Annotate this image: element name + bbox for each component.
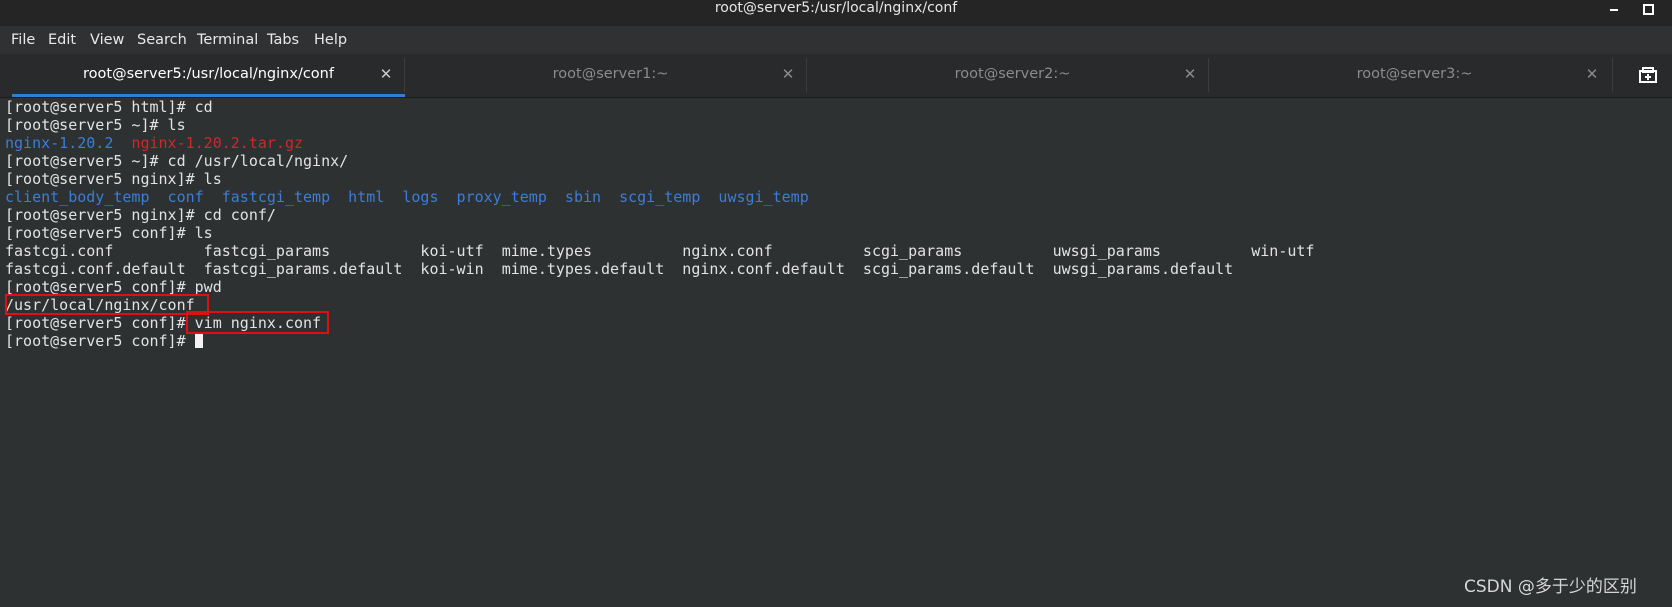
tab-label: root@server2:~	[954, 66, 1071, 82]
menu-terminal[interactable]: Terminal	[197, 26, 258, 54]
terminal-red-text: nginx-1.20.2.tar.gz	[131, 134, 304, 152]
terminal-line-text: [root@server5 conf]# vim nginx.conf	[5, 314, 322, 332]
terminal-line: [root@server5 ~]# cd /usr/local/nginx/	[5, 152, 1314, 170]
tab-bar: root@server5:/usr/local/nginx/conf ✕ roo…	[0, 54, 1672, 98]
terminal-line-text: fastcgi.conf fastcgi_params koi-utf mime…	[5, 242, 1315, 260]
terminal-line: [root@server5 conf]# ls	[5, 224, 1314, 242]
minimize-button[interactable]	[1604, 1, 1624, 17]
menu-search[interactable]: Search	[137, 26, 187, 54]
maximize-icon	[1643, 4, 1654, 15]
tab-server1[interactable]: root@server1:~ ✕	[414, 54, 807, 97]
menu-edit[interactable]: Edit	[48, 26, 76, 54]
terminal-line: [root@server5 nginx]# ls	[5, 170, 1314, 188]
menu-view[interactable]: View	[90, 26, 124, 54]
terminal-window: root@server5:/usr/local/nginx/conf File …	[0, 0, 1672, 607]
tab-separator	[1612, 58, 1613, 92]
minimize-icon	[1610, 9, 1618, 11]
terminal-line-text: [root@server5 conf]#	[5, 332, 195, 350]
terminal-line: client_body_temp conf fastcgi_temp html …	[5, 188, 1314, 206]
terminal-line: [root@server5 html]# cd	[5, 98, 1314, 116]
terminal-line: [root@server5 conf]#	[5, 332, 1314, 350]
menu-file[interactable]: File	[11, 26, 35, 54]
menu-tabs[interactable]: Tabs	[267, 26, 299, 54]
terminal-line: [root@server5 conf]# vim nginx.conf	[5, 314, 1314, 332]
close-icon[interactable]: ✕	[377, 54, 395, 95]
terminal-line-text: [root@server5 html]# cd	[5, 98, 213, 116]
terminal-line: [root@server5 ~]# ls	[5, 116, 1314, 134]
tab-server2[interactable]: root@server2:~ ✕	[816, 54, 1209, 97]
tab-label: root@server5:/usr/local/nginx/conf	[83, 66, 334, 82]
terminal-line-text: [root@server5 conf]# ls	[5, 224, 213, 242]
close-icon[interactable]: ✕	[1181, 54, 1199, 95]
terminal-line: /usr/local/nginx/conf	[5, 296, 1314, 314]
terminal-line: fastcgi.conf.default fastcgi_params.defa…	[5, 260, 1314, 278]
maximize-button[interactable]	[1638, 1, 1658, 17]
terminal-line-text: [root@server5 ~]# cd /usr/local/nginx/	[5, 152, 349, 170]
terminal-line-text: [root@server5 conf]# pwd	[5, 278, 222, 296]
terminal-line: [root@server5 conf]# pwd	[5, 278, 1314, 296]
terminal-blue-text: nginx-1.20.2	[5, 134, 114, 152]
new-tab-icon	[1639, 67, 1657, 83]
menu-bar: File Edit View Search Terminal Tabs Help	[0, 26, 1672, 54]
terminal-line: fastcgi.conf fastcgi_params koi-utf mime…	[5, 242, 1314, 260]
terminal-line-text: fastcgi.conf.default fastcgi_params.defa…	[5, 260, 1234, 278]
title-bar: root@server5:/usr/local/nginx/conf	[0, 0, 1672, 26]
tab-label: root@server1:~	[552, 66, 669, 82]
terminal-line: nginx-1.20.2 nginx-1.20.2.tar.gz	[5, 134, 1314, 152]
close-icon[interactable]: ✕	[779, 54, 797, 95]
tab-server3[interactable]: root@server3:~ ✕	[1218, 54, 1611, 97]
terminal-line-text: [root@server5 nginx]# cd conf/	[5, 206, 276, 224]
terminal-line-text	[113, 134, 131, 152]
terminal-area[interactable]: [root@server5 html]# cd [root@server5 ~]#…	[0, 98, 1672, 607]
watermark: CSDN @多于少的区别	[1464, 577, 1637, 597]
window-title: root@server5:/usr/local/nginx/conf	[714, 0, 958, 16]
close-icon[interactable]: ✕	[1583, 54, 1601, 95]
terminal-line-text: /usr/local/nginx/conf	[5, 296, 195, 314]
terminal-output: [root@server5 html]# cd [root@server5 ~]#…	[5, 98, 1314, 350]
terminal-line-text: [root@server5 ~]# ls	[5, 116, 186, 134]
tab-separator	[1208, 58, 1209, 92]
tab-separator	[806, 58, 807, 92]
terminal-line-text: [root@server5 nginx]# ls	[5, 170, 222, 188]
menu-help[interactable]: Help	[314, 26, 347, 54]
terminal-blue-text: client_body_temp conf fastcgi_temp html …	[5, 188, 809, 206]
tab-separator	[404, 58, 405, 92]
new-tab-button[interactable]	[1626, 54, 1672, 97]
terminal-cursor	[194, 333, 203, 348]
tab-server5[interactable]: root@server5:/usr/local/nginx/conf ✕	[12, 54, 405, 97]
terminal-line: [root@server5 nginx]# cd conf/	[5, 206, 1314, 224]
tab-label: root@server3:~	[1356, 66, 1473, 82]
